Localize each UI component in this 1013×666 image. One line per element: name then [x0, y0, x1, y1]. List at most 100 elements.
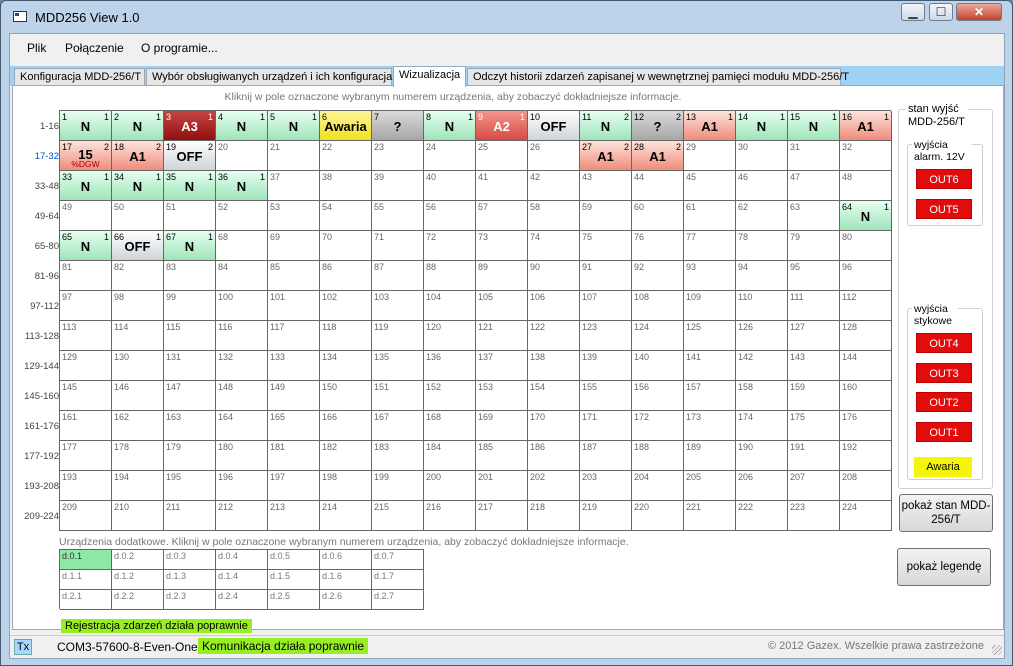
device-cell[interactable]: 175: [788, 411, 840, 441]
device-cell[interactable]: 78: [736, 231, 788, 261]
extra-device-cell[interactable]: d.1.7: [372, 570, 424, 590]
device-cell[interactable]: 109: [684, 291, 736, 321]
device-cell[interactable]: 68: [216, 231, 268, 261]
device-cell[interactable]: 177: [60, 441, 112, 471]
device-cell[interactable]: 126: [736, 321, 788, 351]
tab-devices[interactable]: Wybór obsługiwanych urządzeń i ich konfi…: [146, 68, 392, 86]
device-cell[interactable]: 172: [632, 411, 684, 441]
device-cell[interactable]: 147: [164, 381, 216, 411]
device-cell[interactable]: 145: [60, 381, 112, 411]
device-cell[interactable]: 124: [632, 321, 684, 351]
device-cell[interactable]: 132: [216, 351, 268, 381]
device-cell[interactable]: 161: [60, 411, 112, 441]
device-cell[interactable]: 163: [164, 411, 216, 441]
device-cell[interactable]: 195: [164, 471, 216, 501]
device-cell[interactable]: 3 1 A3: [164, 111, 216, 141]
device-cell[interactable]: 155: [580, 381, 632, 411]
device-cell[interactable]: 56: [424, 201, 476, 231]
device-cell[interactable]: 39: [372, 171, 424, 201]
device-cell[interactable]: 9 1 A2: [476, 111, 528, 141]
device-cell[interactable]: 69: [268, 231, 320, 261]
device-cell[interactable]: 189: [684, 441, 736, 471]
device-cell[interactable]: 33 1 N: [60, 171, 112, 201]
device-cell[interactable]: 47: [788, 171, 840, 201]
device-cell[interactable]: 108: [632, 291, 684, 321]
device-cell[interactable]: 76: [632, 231, 684, 261]
device-cell[interactable]: 224: [840, 501, 892, 531]
device-cell[interactable]: 123: [580, 321, 632, 351]
device-cell[interactable]: 32: [840, 141, 892, 171]
device-cell[interactable]: 46: [736, 171, 788, 201]
device-cell[interactable]: 87: [372, 261, 424, 291]
tab-config[interactable]: Konfiguracja MDD-256/T: [14, 68, 145, 86]
device-cell[interactable]: 158: [736, 381, 788, 411]
device-cell[interactable]: 221: [684, 501, 736, 531]
extra-device-cell[interactable]: d.2.1: [60, 590, 112, 610]
device-cell[interactable]: 101: [268, 291, 320, 321]
device-cell[interactable]: 220: [632, 501, 684, 531]
extra-device-cell[interactable]: d.1.5: [268, 570, 320, 590]
device-cell[interactable]: 95: [788, 261, 840, 291]
extra-device-cell[interactable]: d.0.4: [216, 550, 268, 570]
device-cell[interactable]: 88: [424, 261, 476, 291]
extra-device-cell[interactable]: d.2.3: [164, 590, 216, 610]
device-cell[interactable]: 52: [216, 201, 268, 231]
device-cell[interactable]: 94: [736, 261, 788, 291]
maximize-button[interactable]: ☐: [929, 3, 953, 21]
extra-device-cell[interactable]: d.2.5: [268, 590, 320, 610]
device-cell[interactable]: 156: [632, 381, 684, 411]
device-cell[interactable]: 57: [476, 201, 528, 231]
device-cell[interactable]: 79: [788, 231, 840, 261]
device-cell[interactable]: 142: [736, 351, 788, 381]
device-cell[interactable]: 29: [684, 141, 736, 171]
device-cell[interactable]: 37: [268, 171, 320, 201]
device-cell[interactable]: 146: [112, 381, 164, 411]
device-cell[interactable]: 113: [60, 321, 112, 351]
device-cell[interactable]: 140: [632, 351, 684, 381]
device-cell[interactable]: 200: [424, 471, 476, 501]
device-cell[interactable]: 31: [788, 141, 840, 171]
device-cell[interactable]: 27 2 A1: [580, 141, 632, 171]
device-cell[interactable]: 178: [112, 441, 164, 471]
device-cell[interactable]: 190: [736, 441, 788, 471]
device-cell[interactable]: 106: [528, 291, 580, 321]
device-cell[interactable]: 19 2 OFF: [164, 141, 216, 171]
device-cell[interactable]: 157: [684, 381, 736, 411]
device-cell[interactable]: 102: [320, 291, 372, 321]
device-cell[interactable]: 55: [372, 201, 424, 231]
extra-device-cell[interactable]: d.0.3: [164, 550, 216, 570]
device-cell[interactable]: 49: [60, 201, 112, 231]
show-state-button[interactable]: pokaż stan MDD-256/T: [899, 494, 993, 532]
device-cell[interactable]: 100: [216, 291, 268, 321]
device-cell[interactable]: 111: [788, 291, 840, 321]
extra-device-cell[interactable]: d.0.1: [60, 550, 112, 570]
device-cell[interactable]: 212: [216, 501, 268, 531]
extra-device-cell[interactable]: d.2.6: [320, 590, 372, 610]
device-cell[interactable]: 41: [476, 171, 528, 201]
device-cell[interactable]: 97: [60, 291, 112, 321]
device-cell[interactable]: 61: [684, 201, 736, 231]
device-cell[interactable]: 180: [216, 441, 268, 471]
device-cell[interactable]: 215: [372, 501, 424, 531]
device-cell[interactable]: 173: [684, 411, 736, 441]
device-cell[interactable]: 89: [476, 261, 528, 291]
device-cell[interactable]: 186: [528, 441, 580, 471]
show-legend-button[interactable]: pokaż legendę: [897, 548, 991, 586]
device-cell[interactable]: 184: [424, 441, 476, 471]
device-cell[interactable]: 208: [840, 471, 892, 501]
device-cell[interactable]: 20: [216, 141, 268, 171]
device-cell[interactable]: 167: [372, 411, 424, 441]
tab-history[interactable]: Odczyt historii zdarzeń zapisanej w wewn…: [467, 68, 849, 86]
close-button[interactable]: ✕: [956, 3, 1002, 21]
resize-grip[interactable]: [992, 645, 1002, 655]
device-cell[interactable]: 130: [112, 351, 164, 381]
device-cell[interactable]: 187: [580, 441, 632, 471]
device-cell[interactable]: 153: [476, 381, 528, 411]
device-cell[interactable]: 131: [164, 351, 216, 381]
device-cell[interactable]: 165: [268, 411, 320, 441]
device-cell[interactable]: 214: [320, 501, 372, 531]
device-cell[interactable]: 41N: [216, 111, 268, 141]
device-cell[interactable]: 71: [372, 231, 424, 261]
device-cell[interactable]: 15 1 N: [788, 111, 840, 141]
device-cell[interactable]: 80: [840, 231, 892, 261]
